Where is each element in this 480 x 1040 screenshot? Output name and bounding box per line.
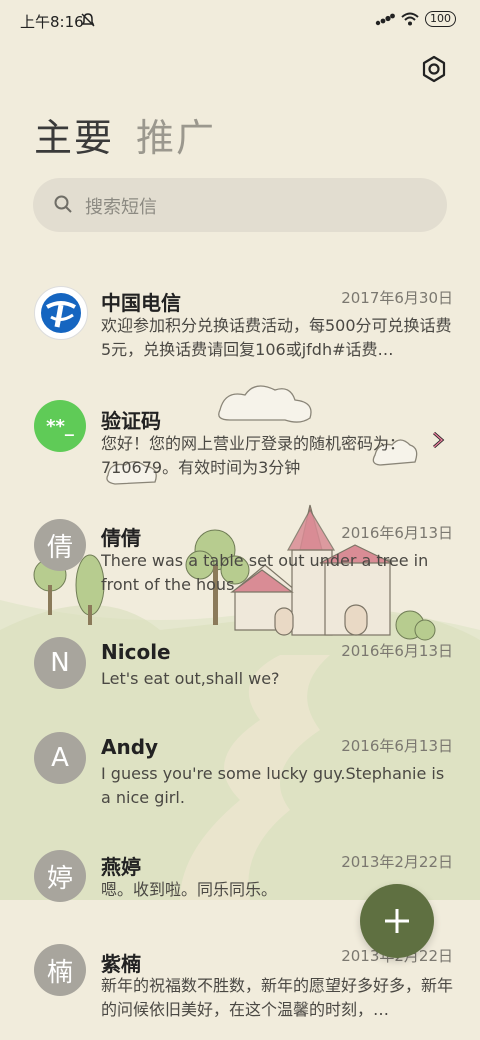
signal-icon: [375, 13, 395, 26]
avatar: 楠: [34, 944, 86, 996]
mute-icon: [80, 12, 96, 32]
message-preview: 您好！您的网上营业厅登录的随机密码为：710679。有效时间为3分钟: [101, 434, 406, 477]
message-preview: I guess you're some lucky guy.Stephanie …: [101, 764, 445, 807]
avatar: A: [34, 732, 86, 784]
contact-name: 燕婷: [101, 855, 141, 879]
chevron-right-icon[interactable]: [430, 430, 446, 450]
message-preview: 欢迎参加积分兑换话费活动，每500分可兑换话费5元，兑换话费请回复106或jfd…: [101, 316, 452, 359]
avatar: 婷: [34, 850, 86, 902]
tab-promotions[interactable]: 推广: [136, 112, 216, 164]
message-date: 2016年6月13日: [341, 737, 453, 755]
message-date: 2013年2月22日: [341, 853, 453, 871]
wifi-icon: [401, 12, 419, 26]
contact-name: 倩倩: [101, 526, 141, 550]
message-preview: 嗯。收到啦。同乐同乐。: [101, 880, 278, 899]
message-date: 2016年6月13日: [341, 524, 453, 542]
search-icon: [54, 195, 72, 213]
status-bar: 上午8:16 100: [0, 0, 480, 40]
compose-button[interactable]: [360, 884, 434, 958]
message-preview: 新年的祝福数不胜数，新年的愿望好多好多，新年的问候依旧美好，在这个温馨的时刻，…: [101, 976, 453, 1019]
message-date: 2017年6月30日: [341, 289, 453, 307]
plus-icon: [385, 909, 409, 933]
contact-name: 中国电信: [101, 291, 181, 315]
contact-name: Andy: [101, 735, 159, 759]
list-item[interactable]: **_ 验证码 您好！您的网上营业厅登录的随机密码为：710679。有效时间为3…: [0, 390, 480, 490]
search-input[interactable]: 搜索短信: [85, 193, 157, 219]
contact-name: 验证码: [101, 409, 161, 433]
search-bar[interactable]: 搜索短信: [33, 178, 447, 232]
category-tabs: 主要 推广: [34, 112, 216, 164]
list-item[interactable]: 倩 倩倩 2016年6月13日 There was a table set ou…: [0, 507, 480, 607]
gear-icon[interactable]: [420, 55, 448, 83]
message-date: 2016年6月13日: [341, 642, 453, 660]
contact-name: Nicole: [101, 640, 171, 664]
system-icons: 100: [375, 11, 456, 27]
list-item[interactable]: A Andy 2016年6月13日 I guess you're some lu…: [0, 720, 480, 820]
tab-primary[interactable]: 主要: [34, 112, 114, 164]
china-telecom-logo-icon: [41, 293, 81, 333]
list-item[interactable]: N Nicole 2016年6月13日 Let's eat out,shall …: [0, 625, 480, 725]
avatar: [34, 286, 88, 340]
list-item[interactable]: 中国电信 2017年6月30日 欢迎参加积分兑换话费活动，每500分可兑换话费5…: [0, 272, 480, 372]
message-preview: Let's eat out,shall we?: [101, 669, 280, 688]
message-preview: There was a table set out under a tree i…: [101, 551, 429, 594]
contact-name: 紫楠: [101, 952, 141, 976]
battery-indicator: 100: [425, 11, 456, 27]
avatar: **_: [34, 400, 86, 452]
avatar: 倩: [34, 519, 86, 571]
avatar: N: [34, 637, 86, 689]
status-time: 上午8:16: [20, 13, 84, 31]
